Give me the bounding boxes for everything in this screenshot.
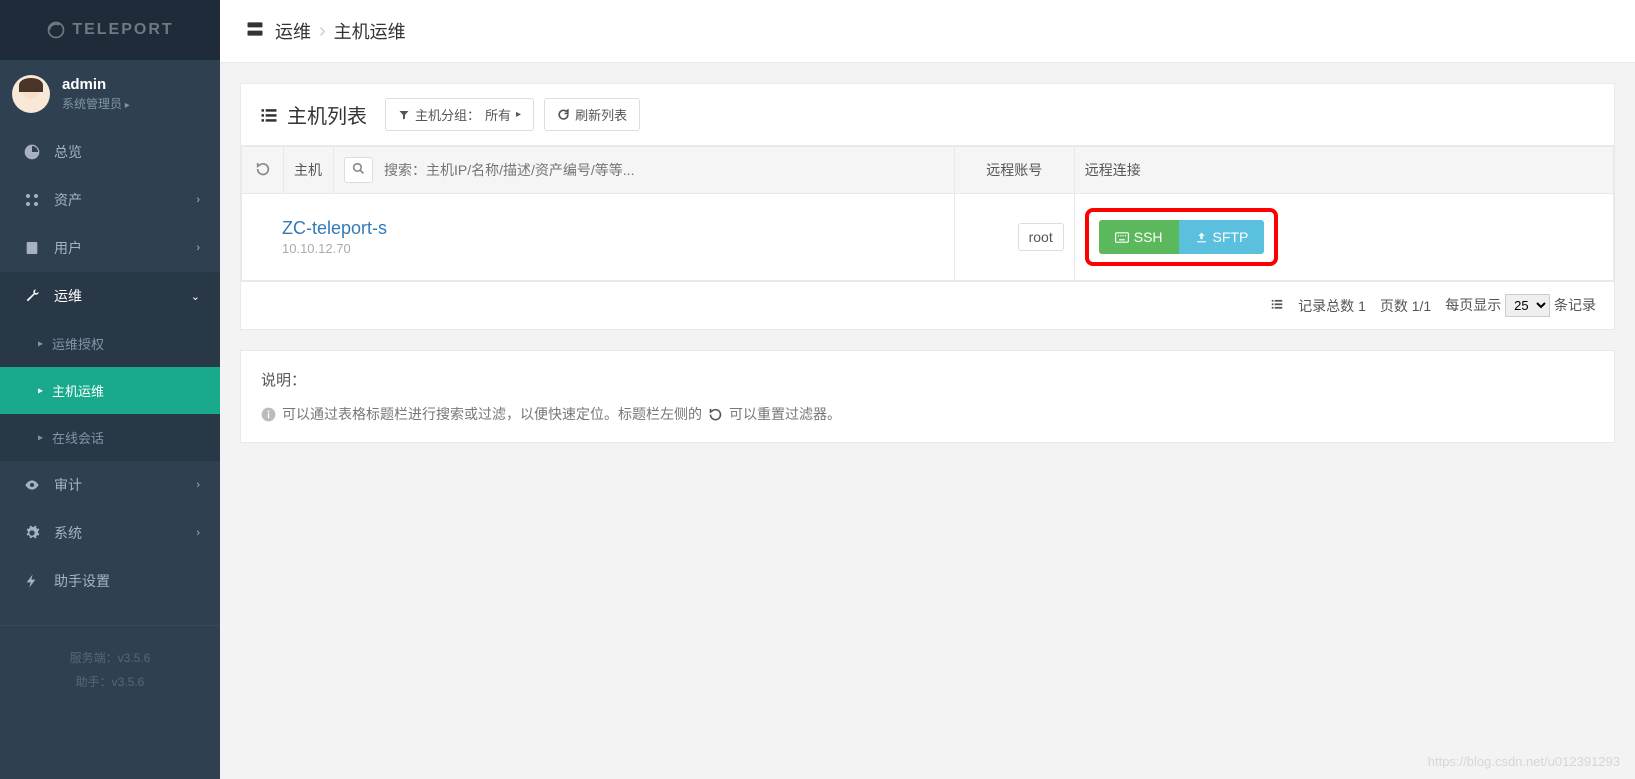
sidebar: TELEPORT admin 系统管理员 总览 资产› 用户› 运维⌄ 运维授权… <box>0 0 220 779</box>
chevron-right-icon: › <box>196 242 200 254</box>
user-role: 系统管理员 <box>62 95 130 112</box>
version-info: 服务端：v3.5.6 助手：v3.5.6 <box>0 625 220 714</box>
user-icon <box>24 240 44 256</box>
filter-icon <box>398 109 410 121</box>
col-host: 主机 <box>284 147 334 194</box>
nav-menu: 总览 资产› 用户› 运维⌄ 运维授权 主机运维 在线会话 审计› 系统› 助手… <box>0 128 220 605</box>
chevron-right-icon: › <box>196 194 200 206</box>
wrench-icon <box>24 288 44 304</box>
nav-ops-session[interactable]: 在线会话 <box>0 414 220 461</box>
page-size-select[interactable]: 25 <box>1505 294 1550 317</box>
host-table: 主机 远程账号 远程连接 <box>241 146 1614 281</box>
upload-icon <box>1195 231 1208 244</box>
nav-user[interactable]: 用户› <box>0 224 220 272</box>
nav-system[interactable]: 系统› <box>0 509 220 557</box>
watermark: https://blog.csdn.net/u012391293 <box>1428 754 1620 769</box>
info-icon <box>261 407 276 422</box>
sftp-button[interactable]: SFTP <box>1179 220 1265 254</box>
host-ip: 10.10.12.70 <box>282 241 944 256</box>
gear-icon <box>24 525 44 541</box>
logo: TELEPORT <box>0 0 220 60</box>
nav-asset[interactable]: 资产› <box>0 176 220 224</box>
connection-highlight: SSH SFTP <box>1085 208 1279 266</box>
chevron-right-icon: › <box>196 527 200 539</box>
avatar <box>12 75 50 113</box>
nav-overview[interactable]: 总览 <box>0 128 220 176</box>
panel-title: 主机列表 <box>259 100 367 129</box>
undo-icon <box>708 407 723 422</box>
nav-assist[interactable]: 助手设置 <box>0 557 220 605</box>
info-panel: 说明： 可以通过表格标题栏进行搜索或过滤，以便快速定位。标题栏左侧的 可以重置过… <box>240 350 1615 443</box>
col-search <box>334 147 955 194</box>
keyboard-icon <box>1115 232 1129 243</box>
nav-ops[interactable]: 运维⌄ <box>0 272 220 320</box>
bolt-icon <box>24 573 44 589</box>
nav-ops-auth[interactable]: 运维授权 <box>0 320 220 367</box>
host-list-panel: 主机列表 主机分组： 所有 ▸ 刷新列表 <box>240 83 1615 330</box>
chevron-right-icon: ▸ <box>516 109 521 120</box>
footer-list-icon <box>1270 297 1284 314</box>
breadcrumb-a[interactable]: 运维 <box>275 18 311 44</box>
col-account: 远程账号 <box>954 147 1074 194</box>
refresh-icon <box>557 108 570 121</box>
breadcrumb-b: 主机运维 <box>334 18 406 44</box>
table-footer: 记录总数 1 页数 1/1 每页显示 25 条记录 <box>241 281 1614 329</box>
dashboard-icon <box>24 144 44 160</box>
reset-filter-header[interactable] <box>242 147 284 194</box>
info-title: 说明： <box>261 369 1594 390</box>
server-icon <box>245 19 265 44</box>
breadcrumb-sep: › <box>319 20 326 43</box>
ssh-button[interactable]: SSH <box>1099 220 1179 254</box>
nav-ops-host[interactable]: 主机运维 <box>0 367 220 414</box>
user-block[interactable]: admin 系统管理员 <box>0 60 220 128</box>
logo-icon <box>46 20 66 40</box>
nav-audit[interactable]: 审计› <box>0 461 220 509</box>
asset-icon <box>24 192 44 208</box>
col-connect: 远程连接 <box>1074 147 1613 194</box>
account-button[interactable]: root <box>1018 223 1064 251</box>
table-row: ZC-teleport-s 10.10.12.70 root <box>242 194 1614 281</box>
chevron-right-icon: › <box>196 479 200 491</box>
undo-icon <box>255 161 271 177</box>
username: admin <box>62 76 130 93</box>
refresh-button[interactable]: 刷新列表 <box>544 98 640 131</box>
search-icon[interactable] <box>344 157 373 183</box>
eye-icon <box>24 477 44 493</box>
group-filter-button[interactable]: 主机分组： 所有 ▸ <box>385 98 534 131</box>
host-name[interactable]: ZC-teleport-s <box>282 218 944 239</box>
search-input[interactable] <box>379 157 944 183</box>
list-icon <box>259 105 279 125</box>
app-name: TELEPORT <box>72 21 173 39</box>
main: 运维 › 主机运维 主机列表 主机分组： 所有 ▸ <box>220 0 1635 779</box>
info-text: 可以通过表格标题栏进行搜索或过滤，以便快速定位。标题栏左侧的 可以重置过滤器。 <box>261 404 1594 424</box>
breadcrumb: 运维 › 主机运维 <box>220 0 1635 63</box>
chevron-down-icon: ⌄ <box>191 290 200 303</box>
